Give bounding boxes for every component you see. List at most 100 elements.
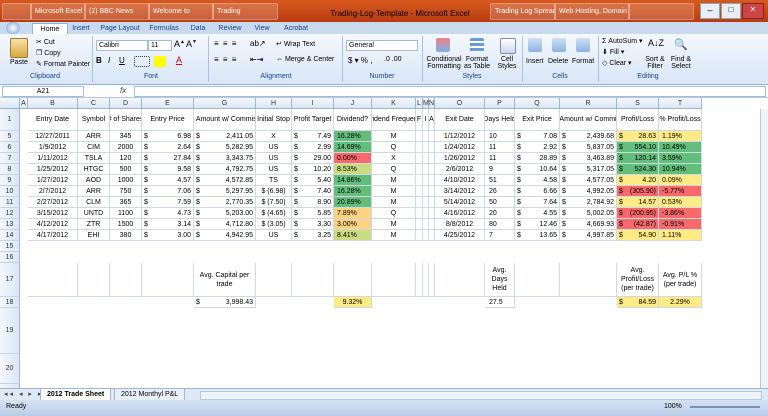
symbol-cell[interactable]: EHI xyxy=(78,230,110,241)
dividend-frequency-cell[interactable]: M xyxy=(372,186,416,197)
profit-loss-cell[interactable]: $4.20 xyxy=(617,175,659,186)
shares-cell[interactable]: 120 xyxy=(110,153,142,164)
column-header-t[interactable]: T xyxy=(659,98,702,109)
exit-date-cell[interactable]: 4/25/2012 xyxy=(435,230,485,241)
row-header-9[interactable]: 9 xyxy=(0,175,20,186)
orientation-icon[interactable]: ab↗ xyxy=(250,39,266,48)
dividend-cell[interactable]: 8.53% xyxy=(334,164,372,175)
font-name-select[interactable]: Calibri xyxy=(96,40,148,51)
dividend-frequency-cell[interactable]: M xyxy=(372,230,416,241)
initial-stop-cell[interactable]: US xyxy=(256,164,292,175)
entry-price-cell[interactable]: $4.57 xyxy=(142,175,194,186)
column-header-b[interactable]: B xyxy=(28,98,78,109)
insert-cells-label[interactable]: Insert xyxy=(526,58,544,65)
column-header-h[interactable]: H xyxy=(256,98,292,109)
delete-cells-label[interactable]: Delete xyxy=(548,58,568,65)
shrink-font-icon[interactable]: A▼ xyxy=(186,39,197,49)
left-align-icon[interactable]: ≡ ≡ ≡ xyxy=(214,55,237,64)
symbol-cell[interactable]: HTGC xyxy=(78,164,110,175)
column-title-p[interactable]: Days Held xyxy=(485,109,515,131)
flag-cell[interactable] xyxy=(416,131,423,142)
column-header-d[interactable]: D xyxy=(110,98,142,109)
format-cells-icon[interactable] xyxy=(576,38,590,52)
empty-cell[interactable] xyxy=(292,263,334,297)
exit-date-cell[interactable]: 8/8/2012 xyxy=(435,219,485,230)
entry-price-cell[interactable]: $3.00 xyxy=(142,230,194,241)
empty-cell[interactable] xyxy=(515,263,560,297)
column-header-o[interactable]: O xyxy=(435,98,485,109)
column-header-g[interactable]: G xyxy=(194,98,256,109)
total-amount-cell[interactable]: $3,343.75 xyxy=(194,153,256,164)
exit-price-cell[interactable]: $10.64 xyxy=(515,164,560,175)
insert-cells-icon[interactable] xyxy=(528,38,542,52)
shares-cell[interactable]: 1100 xyxy=(110,208,142,219)
fx-icon[interactable]: fx xyxy=(120,86,126,95)
row-header-18[interactable]: 18 xyxy=(0,297,20,308)
entry-price-cell[interactable]: $7.59 xyxy=(142,197,194,208)
column-title-l[interactable]: F xyxy=(416,109,423,131)
dividend-cell[interactable]: 8.41% xyxy=(334,230,372,241)
cut-button[interactable]: ✂ Cut xyxy=(36,38,55,46)
cell-styles-icon[interactable] xyxy=(500,38,516,54)
profit-target-cell[interactable]: $8.90 xyxy=(292,197,334,208)
taskbar-item-welcome[interactable]: Welcome to xyxy=(148,3,214,20)
exit-total-cell[interactable]: $5,002.05 xyxy=(560,208,617,219)
profit-target-cell[interactable]: $7.40 xyxy=(292,186,334,197)
autosum-button[interactable]: Σ AutoSum ▾ xyxy=(602,37,643,45)
exit-price-cell[interactable]: $4.58 xyxy=(515,175,560,186)
initial-stop-cell[interactable]: TS xyxy=(256,175,292,186)
days-held-cell[interactable]: 11 xyxy=(485,153,515,164)
dividend-frequency-cell[interactable]: M xyxy=(372,219,416,230)
tab-view[interactable]: View xyxy=(250,23,274,34)
symbol-cell[interactable]: ARR xyxy=(78,186,110,197)
column-header-c[interactable]: C xyxy=(78,98,110,109)
copy-button[interactable]: ❐ Copy xyxy=(36,49,61,57)
entry-date-cell[interactable]: 1/9/2012 xyxy=(28,142,78,153)
row-header-15[interactable]: 15 xyxy=(0,241,20,252)
initial-stop-cell[interactable]: X xyxy=(256,131,292,142)
dividend-frequency-cell[interactable]: Q xyxy=(372,208,416,219)
exit-date-cell[interactable]: 1/12/2012 xyxy=(435,131,485,142)
vertical-scrollbar[interactable] xyxy=(760,109,768,388)
empty-cell[interactable] xyxy=(334,263,372,297)
dividend-cell[interactable]: 0.00% xyxy=(334,153,372,164)
column-title-d[interactable]: # of Shares xyxy=(110,109,142,131)
flag-cell[interactable] xyxy=(416,164,423,175)
minimize-icon[interactable]: – xyxy=(700,3,720,19)
flag-cell[interactable] xyxy=(416,230,423,241)
column-title-g[interactable]: Total Amount w/ Commission xyxy=(194,109,256,131)
exit-date-cell[interactable]: 1/26/2012 xyxy=(435,153,485,164)
avg-days-label[interactable]: Avg. Days Held xyxy=(485,263,515,297)
tab-acrobat[interactable]: Acrobat xyxy=(280,23,312,34)
column-title-i[interactable]: Profit Target xyxy=(292,109,334,131)
row-header-17[interactable]: 17 xyxy=(0,263,20,297)
dividend-cell[interactable]: 3.00% xyxy=(334,219,372,230)
symbol-cell[interactable]: UNTD xyxy=(78,208,110,219)
dividend-cell[interactable]: 16.28% xyxy=(334,186,372,197)
exit-date-cell[interactable]: 5/14/2012 xyxy=(435,197,485,208)
profit-loss-cell[interactable]: $ (305.90) xyxy=(617,186,659,197)
taskbar-item-excel[interactable]: Microsoft Excel xyxy=(30,3,86,20)
row-header-8[interactable]: 8 xyxy=(0,164,20,175)
total-amount-cell[interactable]: $2,770.35 xyxy=(194,197,256,208)
tab-data[interactable]: Data xyxy=(186,23,210,34)
initial-stop-cell[interactable]: US xyxy=(256,230,292,241)
profit-loss-cell[interactable]: $ (200.95) xyxy=(617,208,659,219)
percent-profit-loss-cell[interactable]: -5.77% xyxy=(659,186,702,197)
column-title-r[interactable]: Total Amount w/ Commission xyxy=(560,109,617,131)
underline-icon[interactable]: U xyxy=(119,56,125,65)
exit-total-cell[interactable]: $4,577.05 xyxy=(560,175,617,186)
profit-target-cell[interactable]: $5.85 xyxy=(292,208,334,219)
column-header-q[interactable]: Q xyxy=(515,98,560,109)
dividend-cell[interactable]: 14.69% xyxy=(334,142,372,153)
days-held-cell[interactable]: 7 xyxy=(485,230,515,241)
days-held-cell[interactable]: 50 xyxy=(485,197,515,208)
column-title-e[interactable]: Entry Price xyxy=(142,109,194,131)
shares-cell[interactable]: 365 xyxy=(110,197,142,208)
flag-cell[interactable] xyxy=(416,153,423,164)
days-held-cell[interactable]: 51 xyxy=(485,175,515,186)
initial-stop-cell[interactable]: US xyxy=(256,142,292,153)
font-size-select[interactable]: 11 xyxy=(148,40,172,51)
exit-price-cell[interactable]: $7.64 xyxy=(515,197,560,208)
exit-price-cell[interactable]: $6.66 xyxy=(515,186,560,197)
